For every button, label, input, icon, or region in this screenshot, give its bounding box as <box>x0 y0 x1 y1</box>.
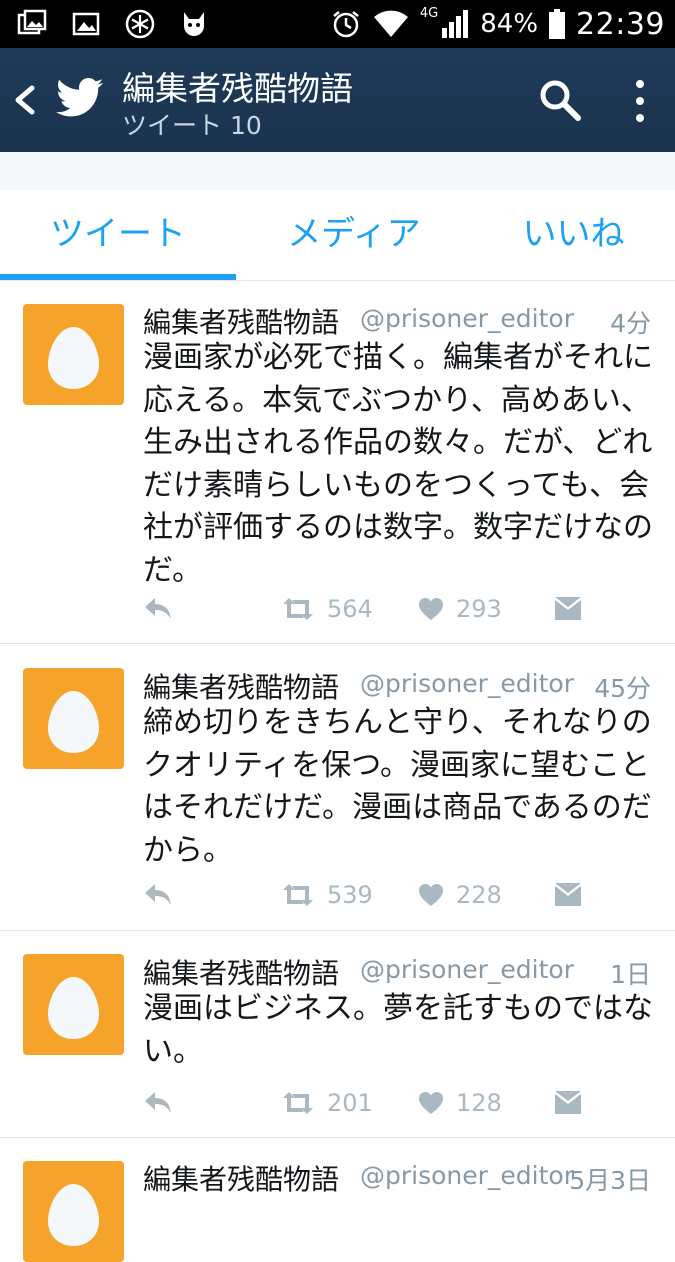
retweet-count: 539 <box>327 881 373 909</box>
egg-avatar-icon <box>48 327 99 389</box>
tab-tweets[interactable]: ツイート <box>0 190 236 280</box>
direct-message-button[interactable] <box>554 1086 582 1120</box>
snowflake-icon <box>125 9 155 39</box>
battery-percent: 84% <box>480 9 539 39</box>
reply-button[interactable] <box>143 878 173 912</box>
retweet-icon <box>283 884 313 906</box>
avatar[interactable] <box>23 304 124 405</box>
reply-button[interactable] <box>143 592 173 626</box>
direct-message-button[interactable] <box>554 592 582 626</box>
author-handle: @prisoner_editor <box>360 1161 574 1190</box>
envelope-icon <box>555 597 581 620</box>
battery-icon <box>549 9 566 39</box>
avatar[interactable] <box>23 668 124 769</box>
search-icon[interactable] <box>538 78 582 122</box>
cat-icon <box>184 12 204 36</box>
direct-message-button[interactable] <box>554 878 582 912</box>
tweet-item[interactable]: 編集者残酷物語 @prisoner_editor 45分 締め切りをきちんと守り… <box>0 644 675 931</box>
network-type: 4G <box>419 6 439 21</box>
envelope-icon <box>555 1091 581 1114</box>
tweet-time: 1日 <box>610 960 651 989</box>
author-handle: @prisoner_editor <box>360 955 574 984</box>
author-handle: @prisoner_editor <box>360 304 574 333</box>
reply-button[interactable] <box>143 1086 173 1120</box>
retweet-count: 564 <box>327 595 373 623</box>
back-icon[interactable] <box>10 80 38 120</box>
tweet-text: 漫画はビジネス。夢を託すものではな い。 <box>143 991 653 1069</box>
clock: 22:39 <box>576 6 665 42</box>
retweet-button[interactable]: 564 <box>281 592 373 626</box>
tweet-text: 締め切りをきちんと守り、それなりの クオリティを保つ。漫画家に望むこと はそれだ… <box>143 705 652 868</box>
retweet-button[interactable]: 539 <box>281 878 373 912</box>
tab-likes[interactable]: いいね <box>472 190 675 280</box>
like-button[interactable]: 228 <box>418 878 502 912</box>
reply-icon <box>145 598 171 619</box>
tweet-time: 4分 <box>610 309 651 338</box>
avatar[interactable] <box>23 954 124 1055</box>
tweet-text: 漫画家が必死で描く。編集者がそれに 応える。本気でぶつかり、高めあい、 生み出さ… <box>143 340 653 588</box>
like-button[interactable]: 128 <box>418 1086 502 1120</box>
heart-icon <box>419 884 443 906</box>
envelope-icon <box>555 883 581 906</box>
tweet-time: 5月3日 <box>569 1166 651 1195</box>
author-name[interactable]: 編集者残酷物語 <box>143 952 339 992</box>
alarm-icon <box>333 11 359 38</box>
tweet-item[interactable]: 編集者残酷物語 @prisoner_editor 4分 漫画家が必死で描く。編集… <box>0 281 675 644</box>
tweet-actions: 539 228 <box>143 878 663 912</box>
active-tab-indicator <box>0 274 236 280</box>
retweet-icon <box>283 598 313 620</box>
like-count: 228 <box>456 881 502 909</box>
retweet-icon <box>283 1092 313 1114</box>
tweet-actions: 564 293 <box>143 592 663 626</box>
egg-avatar-icon <box>48 691 99 753</box>
image-icon <box>72 12 100 36</box>
like-button[interactable]: 293 <box>418 592 502 626</box>
status-bar: 4G 84% 22:39 <box>0 0 675 48</box>
tweet-item[interactable]: 編集者残酷物語 @prisoner_editor 1日 漫画はビジネス。夢を託す… <box>0 931 675 1138</box>
heart-icon <box>419 1092 443 1114</box>
twitter-bird-icon <box>56 78 104 117</box>
author-handle: @prisoner_editor <box>360 669 574 698</box>
avatar[interactable] <box>23 1161 124 1262</box>
like-count: 293 <box>456 595 502 623</box>
header-spacer <box>0 152 675 191</box>
tweet-time: 45分 <box>594 674 651 703</box>
page-title: 編集者残酷物語 <box>122 69 353 108</box>
egg-avatar-icon <box>48 977 99 1039</box>
more-vert-icon[interactable] <box>630 76 650 126</box>
signal-icon <box>442 10 469 38</box>
tab-media[interactable]: メディア <box>236 190 472 280</box>
author-name[interactable]: 編集者残酷物語 <box>143 666 339 706</box>
tweet-count: ツイート 10 <box>122 111 262 140</box>
like-count: 128 <box>456 1089 502 1117</box>
app-bar: 編集者残酷物語 ツイート 10 <box>0 48 675 152</box>
gallery-icon <box>17 9 47 35</box>
egg-avatar-icon <box>48 1184 99 1246</box>
author-name[interactable]: 編集者残酷物語 <box>143 301 339 341</box>
wifi-icon <box>373 10 408 37</box>
author-name[interactable]: 編集者残酷物語 <box>143 1158 339 1198</box>
retweet-count: 201 <box>327 1089 373 1117</box>
reply-icon <box>145 884 171 905</box>
reply-icon <box>145 1092 171 1113</box>
tweet-actions: 201 128 <box>143 1086 663 1120</box>
retweet-button[interactable]: 201 <box>281 1086 373 1120</box>
notification-icons <box>16 8 210 40</box>
heart-icon <box>419 598 443 620</box>
tweet-item[interactable]: 編集者残酷物語 @prisoner_editor 5月3日 <box>0 1138 675 1262</box>
profile-tabs: ツイート メディア いいね <box>0 190 675 281</box>
system-icons: 4G 84% 22:39 <box>330 4 665 44</box>
